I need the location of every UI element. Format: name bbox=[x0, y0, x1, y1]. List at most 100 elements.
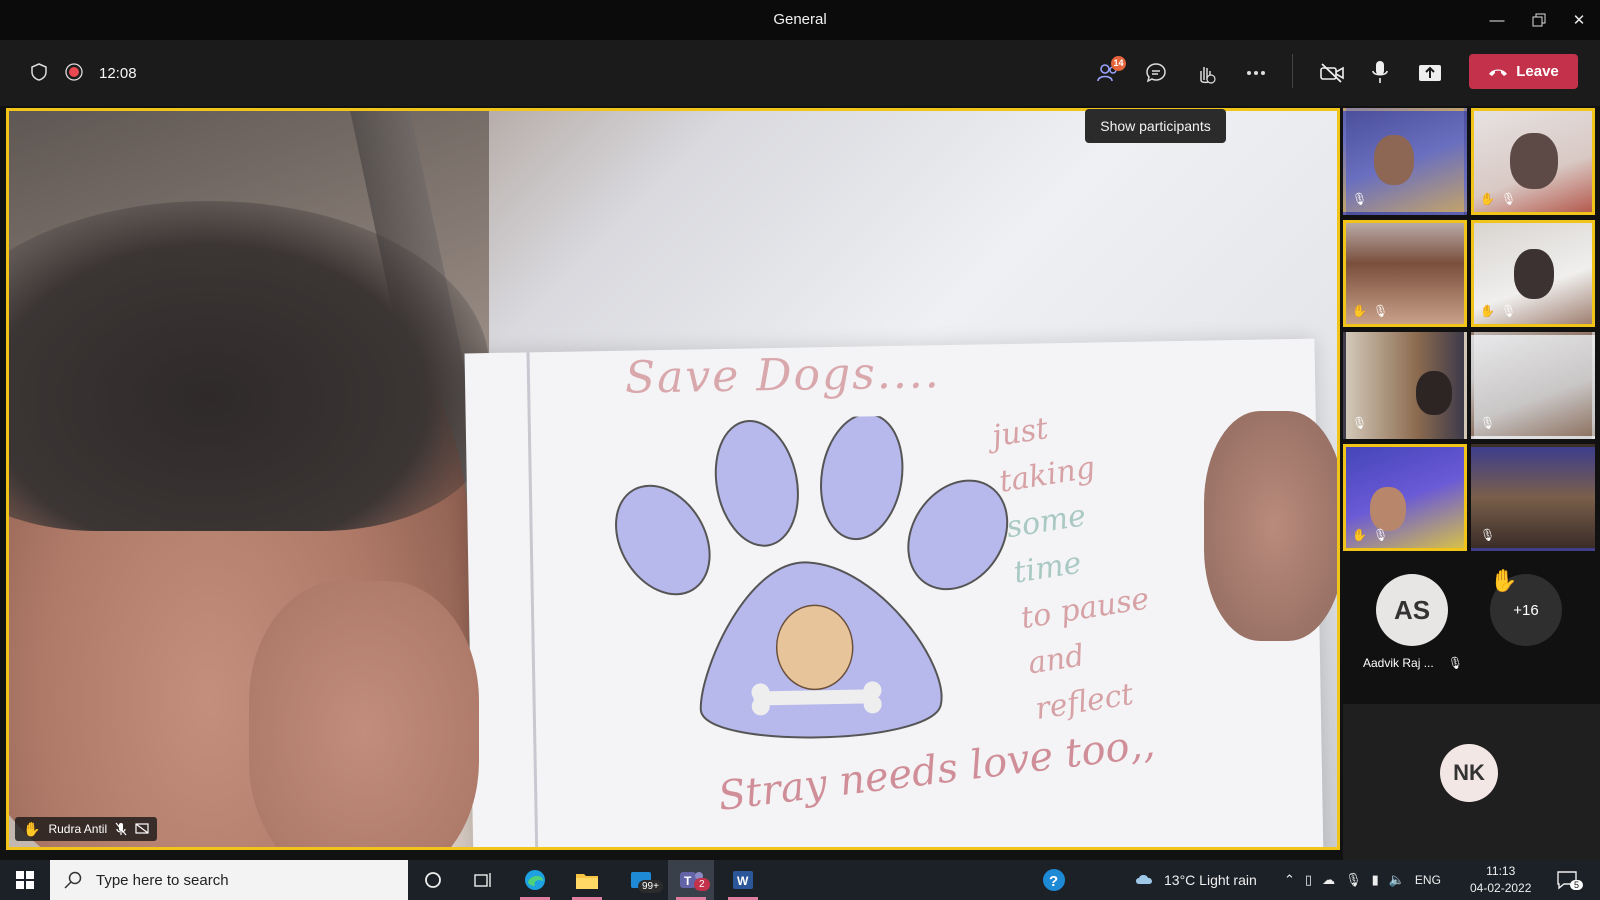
raised-hand-icon: ✋ bbox=[1352, 528, 1367, 542]
teams-badge: 2 bbox=[694, 878, 710, 891]
restore-button[interactable] bbox=[1522, 6, 1556, 34]
participant-name: Aadvik Raj ... bbox=[1363, 656, 1434, 670]
help-button[interactable]: ? bbox=[1031, 860, 1077, 900]
participant-tile[interactable]: ✋ 🎙 bbox=[1343, 444, 1467, 551]
self-view-panel: NK bbox=[1343, 704, 1600, 860]
microphone-icon bbox=[1372, 61, 1388, 83]
mic-off-icon: 🎙 bbox=[1352, 416, 1368, 430]
mic-off-icon: 🎙 bbox=[1480, 416, 1496, 430]
windows-taskbar: Type here to search 99+ T 2 W ? 13°C Lig… bbox=[0, 860, 1600, 900]
search-placeholder: Type here to search bbox=[96, 871, 229, 889]
phone-link-icon[interactable]: ▯ bbox=[1305, 872, 1312, 888]
toolbar-divider bbox=[1292, 54, 1293, 88]
poster-margin bbox=[526, 352, 539, 847]
taskbar-app-word[interactable]: W bbox=[720, 860, 766, 900]
mail-badge: 99+ bbox=[638, 880, 663, 893]
start-button[interactable] bbox=[2, 860, 48, 900]
participant-video bbox=[1510, 133, 1558, 189]
avatar[interactable]: NK bbox=[1440, 744, 1498, 802]
word-icon: W bbox=[733, 871, 753, 889]
microphone-button[interactable] bbox=[1368, 58, 1392, 86]
cortana-circle-icon bbox=[425, 872, 441, 888]
speaker-name: Rudra Antil bbox=[48, 822, 108, 836]
meeting-timer: 12:08 bbox=[99, 65, 137, 82]
taskbar-search-box[interactable]: Type here to search bbox=[50, 860, 408, 900]
taskbar-app-explorer[interactable] bbox=[564, 860, 610, 900]
weather-text: 13°C Light rain bbox=[1164, 872, 1257, 888]
participant-hand bbox=[249, 581, 479, 847]
meeting-stage-area: Save Dogs.... just taking some time to p… bbox=[0, 106, 1600, 860]
poster-title: Save Dogs.... bbox=[624, 347, 942, 404]
folder-icon bbox=[576, 874, 598, 889]
camera-off-icon bbox=[1320, 63, 1344, 83]
svg-text:?: ? bbox=[1049, 873, 1058, 890]
search-icon bbox=[64, 871, 82, 889]
task-view-button[interactable] bbox=[460, 860, 506, 900]
svg-text:W: W bbox=[737, 874, 749, 888]
held-poster: Save Dogs.... just taking some time to p… bbox=[464, 338, 1324, 847]
notification-center-button[interactable]: 5 bbox=[1556, 860, 1584, 900]
participant-video bbox=[1416, 371, 1452, 415]
battery-icon[interactable]: ▮ bbox=[1372, 872, 1379, 888]
mic-off-icon: 🎙 bbox=[1372, 528, 1389, 542]
leave-button[interactable]: Leave bbox=[1469, 54, 1578, 89]
participant-tile[interactable]: ✋ 🎙 bbox=[1471, 108, 1595, 215]
chat-button[interactable] bbox=[1143, 60, 1169, 86]
main-video-feed[interactable]: Save Dogs.... just taking some time to p… bbox=[6, 108, 1340, 850]
participant-video bbox=[1514, 249, 1554, 299]
share-tray-icon bbox=[1419, 65, 1441, 81]
title-bar: General — ✕ bbox=[0, 0, 1600, 40]
participant-tile[interactable]: 🎙 bbox=[1343, 332, 1467, 439]
leave-label: Leave bbox=[1516, 63, 1559, 80]
mic-off-icon: 🎙 bbox=[1480, 528, 1496, 542]
share-screen-button[interactable] bbox=[1416, 60, 1444, 86]
avatar[interactable]: AS bbox=[1376, 574, 1448, 646]
window-title: General bbox=[773, 11, 827, 28]
holding-hand bbox=[1204, 411, 1337, 641]
task-view-icon bbox=[474, 873, 491, 887]
taskbar-app-teams[interactable]: T 2 bbox=[668, 860, 714, 900]
raise-hand-icon bbox=[1200, 67, 1216, 84]
raised-hand-icon: ✋ bbox=[1490, 568, 1518, 593]
weather-widget[interactable]: 13°C Light rain bbox=[1134, 860, 1257, 900]
raised-hand-icon: ✋ bbox=[1352, 304, 1367, 318]
reactions-button[interactable] bbox=[1192, 60, 1218, 86]
taskbar-app-edge[interactable] bbox=[512, 860, 558, 900]
minimize-button[interactable]: — bbox=[1480, 6, 1514, 34]
screen-share-icon bbox=[135, 823, 149, 834]
more-options-button[interactable] bbox=[1243, 60, 1269, 86]
participant-tile[interactable]: ✋ 🎙 bbox=[1471, 220, 1595, 327]
mic-off-icon bbox=[115, 822, 127, 836]
more-icon bbox=[1247, 71, 1265, 75]
volume-icon[interactable]: 🔈 bbox=[1389, 872, 1405, 888]
cortana-button[interactable] bbox=[410, 860, 456, 900]
chevron-up-icon[interactable]: ⌃ bbox=[1284, 872, 1295, 888]
clock[interactable]: 11:13 04-02-2022 bbox=[1470, 860, 1531, 900]
mic-off-icon: 🎙 bbox=[1352, 192, 1368, 206]
language-indicator[interactable]: ENG bbox=[1415, 873, 1441, 887]
participants-count-badge: 14 bbox=[1111, 56, 1126, 71]
onedrive-icon[interactable]: ☁ bbox=[1322, 872, 1335, 888]
camera-toggle-button[interactable] bbox=[1318, 60, 1346, 86]
raised-hand-icon: ✋ bbox=[1480, 192, 1495, 206]
shield-icon bbox=[30, 62, 48, 82]
notification-badge: 5 bbox=[1570, 880, 1584, 890]
system-tray: ⌃ ▯ ☁ 🎙 ▮ 🔈 ENG bbox=[1284, 860, 1441, 900]
svg-text:T: T bbox=[684, 874, 692, 888]
participant-video bbox=[1374, 135, 1414, 185]
help-icon: ? bbox=[1043, 869, 1065, 891]
paw-drawing-icon bbox=[615, 413, 1009, 739]
participant-tile[interactable]: 🎙 bbox=[1343, 108, 1467, 215]
taskbar-app-mail[interactable]: 99+ bbox=[618, 860, 664, 900]
chat-icon bbox=[1146, 63, 1166, 83]
participant-tile[interactable]: ✋ 🎙 bbox=[1343, 220, 1467, 327]
participant-tile[interactable]: 🎙 bbox=[1471, 444, 1595, 551]
edge-browser-icon bbox=[525, 870, 545, 890]
mic-off-icon: 🎙 bbox=[1500, 304, 1517, 318]
close-button[interactable]: ✕ bbox=[1562, 6, 1596, 34]
show-participants-tooltip: Show participants bbox=[1085, 109, 1226, 143]
participant-tile[interactable]: 🎙 bbox=[1471, 332, 1595, 439]
participants-button[interactable]: 14 bbox=[1094, 56, 1126, 86]
mic-off-icon: 🎙 bbox=[1372, 304, 1389, 318]
microphone-tray-icon[interactable]: 🎙 bbox=[1345, 872, 1362, 888]
